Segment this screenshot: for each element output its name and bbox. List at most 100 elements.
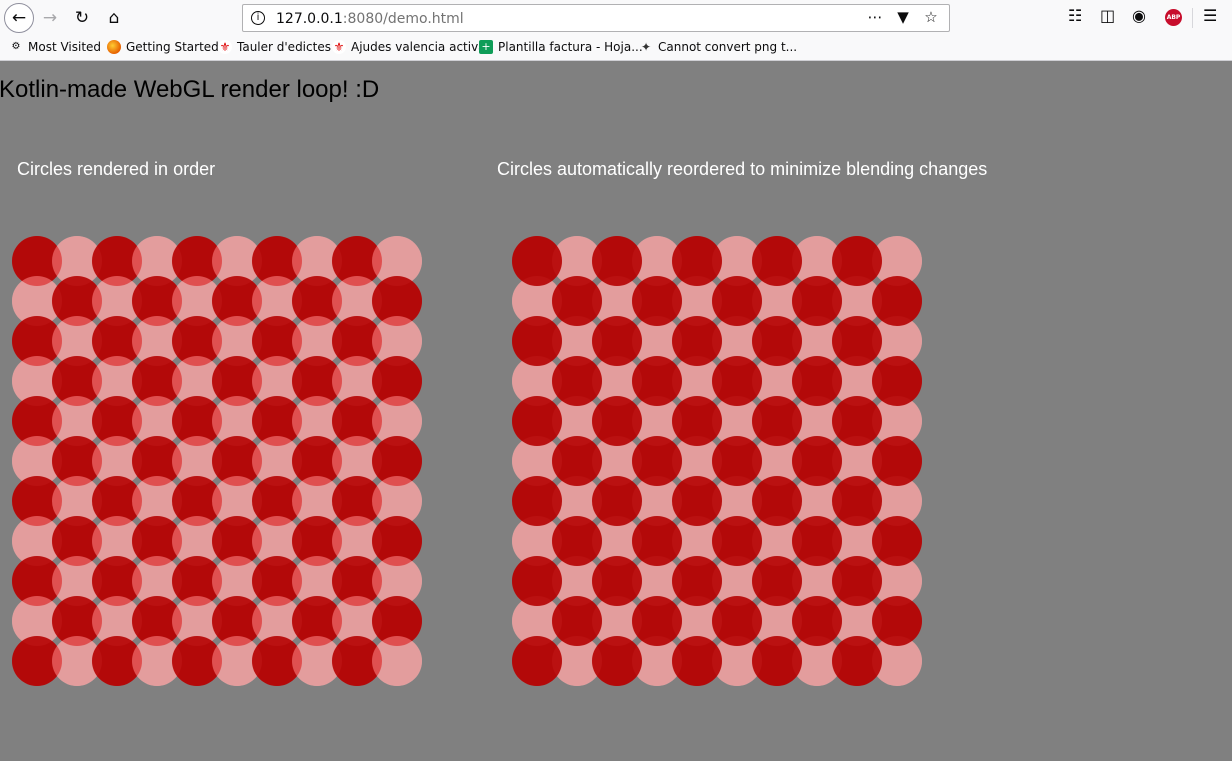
circle-opaque-fill <box>552 596 602 646</box>
more-dots-icon[interactable]: ⋯ <box>865 8 885 26</box>
circle-opaque-fill <box>672 316 722 366</box>
circle-opaque-fill <box>832 476 882 526</box>
circle-opaque-fill <box>712 436 762 486</box>
circle-opaque-fill <box>792 436 842 486</box>
circle-opaque-fill <box>712 596 762 646</box>
circle-opaque-fill <box>632 436 682 486</box>
bookmark-most-visited[interactable]: ⚙ Most Visited <box>9 40 102 54</box>
forward-arrow-icon[interactable]: → <box>36 4 64 32</box>
sidebar-icon[interactable]: ◫ <box>1100 6 1115 25</box>
valencia-crest-icon: ⚜ <box>218 40 232 54</box>
url-path: :8080/demo.html <box>342 11 464 27</box>
bookmark-ajudes[interactable]: ⚜ Ajudes valencia activa <box>332 40 486 54</box>
bookmark-label: Ajudes valencia activa <box>351 40 486 54</box>
circle-opaque-fill <box>792 516 842 566</box>
circle-opaque-fill <box>512 236 562 286</box>
circle-opaque-fill <box>632 596 682 646</box>
panel-title-in-order: Circles rendered in order <box>17 159 216 179</box>
circle-opaque-fill <box>832 316 882 366</box>
webgl-canvas-reordered <box>512 236 922 686</box>
circle-opaque-fill <box>792 356 842 406</box>
circle-opaque-fill <box>672 556 722 606</box>
circle-opaque-fill <box>632 516 682 566</box>
account-icon[interactable]: ◉ <box>1132 6 1146 25</box>
circle-opaque-fill <box>792 276 842 326</box>
circle-opaque-fill <box>512 396 562 446</box>
circle-opaque-fill <box>592 636 642 686</box>
page-content: Kotlin-made WebGL render loop! :D Circle… <box>0 61 1232 761</box>
page-title: Kotlin-made WebGL render loop! :D <box>0 76 380 103</box>
url-text[interactable]: 127.0.0.1:8080/demo.html <box>276 11 464 27</box>
circle-opaque-fill <box>872 356 922 406</box>
circle-opaque-fill <box>752 476 802 526</box>
valencia-crest-icon: ⚜ <box>332 40 346 54</box>
circle-opaque-fill <box>752 236 802 286</box>
url-bar[interactable]: i 127.0.0.1:8080/demo.html ⋯ ▼ ☆ <box>242 4 950 32</box>
firefox-icon <box>107 40 121 54</box>
home-icon[interactable]: ⌂ <box>100 4 128 32</box>
sheets-icon: + <box>479 40 493 54</box>
circle-opaque-fill <box>512 476 562 526</box>
circle-opaque-fill <box>832 236 882 286</box>
circle-opaque-fill <box>712 356 762 406</box>
circle-opaque-fill <box>712 516 762 566</box>
back-arrow-icon[interactable]: ← <box>4 3 34 33</box>
bookmark-tauler[interactable]: ⚜ Tauler d'edictes <box>218 40 331 54</box>
circle-opaque-fill <box>672 236 722 286</box>
circle-translucent-fill <box>372 636 422 686</box>
gear-icon: ⚙ <box>11 41 21 52</box>
browser-chrome: ← → ↻ ⌂ i 127.0.0.1:8080/demo.html ⋯ ▼ ☆… <box>0 0 1232 61</box>
adblock-icon[interactable]: ABP <box>1165 9 1182 26</box>
reload-icon[interactable]: ↻ <box>68 4 96 32</box>
library-icon[interactable]: ☷ <box>1068 6 1082 25</box>
url-host: 127.0.0.1 <box>276 11 343 27</box>
circle-opaque-fill <box>512 556 562 606</box>
bookmark-star-icon[interactable]: ☆ <box>921 8 941 26</box>
circle-opaque-fill <box>632 276 682 326</box>
circle-opaque-fill <box>512 636 562 686</box>
circle-opaque-fill <box>632 356 682 406</box>
circle-opaque-fill <box>672 636 722 686</box>
circle-opaque-fill <box>752 316 802 366</box>
circle-opaque-fill <box>552 516 602 566</box>
menu-icon[interactable]: ☰ <box>1203 6 1217 25</box>
bookmark-cannot-convert[interactable]: ✦ Cannot convert png t... <box>639 40 797 54</box>
circle-opaque-fill <box>592 556 642 606</box>
circle-opaque-fill <box>872 436 922 486</box>
circle-opaque-fill <box>552 356 602 406</box>
bookmarks-toolbar: ⚙ Most Visited Getting Started ⚜ Tauler d'… <box>0 37 1232 59</box>
magic-wand-icon: ✦ <box>640 40 652 54</box>
circle-opaque-fill <box>752 556 802 606</box>
info-icon[interactable]: i <box>251 11 265 25</box>
pocket-icon[interactable]: ▼ <box>893 8 913 26</box>
bookmark-label: Cannot convert png t... <box>658 40 798 54</box>
bookmark-label: Getting Started <box>126 40 219 54</box>
circle-opaque-fill <box>832 636 882 686</box>
bookmark-label: Most Visited <box>28 40 102 54</box>
panel-title-reordered: Circles automatically reordered to minim… <box>497 159 988 179</box>
circle-opaque-fill <box>872 516 922 566</box>
toolbar-divider <box>1192 8 1193 28</box>
circle-opaque-fill <box>752 396 802 446</box>
circle-opaque-fill <box>872 596 922 646</box>
webgl-canvas-in-order <box>12 236 422 686</box>
circle-opaque-fill <box>592 236 642 286</box>
circle-opaque-fill <box>712 276 762 326</box>
bookmark-plantilla[interactable]: + Plantilla factura - Hoja... <box>479 40 643 54</box>
circle-opaque-fill <box>512 316 562 366</box>
circle-opaque-fill <box>552 276 602 326</box>
circle-opaque-fill <box>672 476 722 526</box>
circle-opaque-fill <box>832 396 882 446</box>
circle-opaque-fill <box>672 396 722 446</box>
circle-opaque-fill <box>752 636 802 686</box>
circle-opaque-fill <box>832 556 882 606</box>
circle-opaque-fill <box>592 476 642 526</box>
circle-opaque-fill <box>792 596 842 646</box>
nav-toolbar: ← → ↻ ⌂ i 127.0.0.1:8080/demo.html ⋯ ▼ ☆… <box>0 0 1232 36</box>
circle-opaque-fill <box>872 276 922 326</box>
circle-opaque-fill <box>592 396 642 446</box>
circle-opaque-fill <box>552 436 602 486</box>
bookmark-label: Plantilla factura - Hoja... <box>498 40 643 54</box>
bookmark-label: Tauler d'edictes <box>237 40 331 54</box>
bookmark-getting-started[interactable]: Getting Started <box>107 40 219 54</box>
